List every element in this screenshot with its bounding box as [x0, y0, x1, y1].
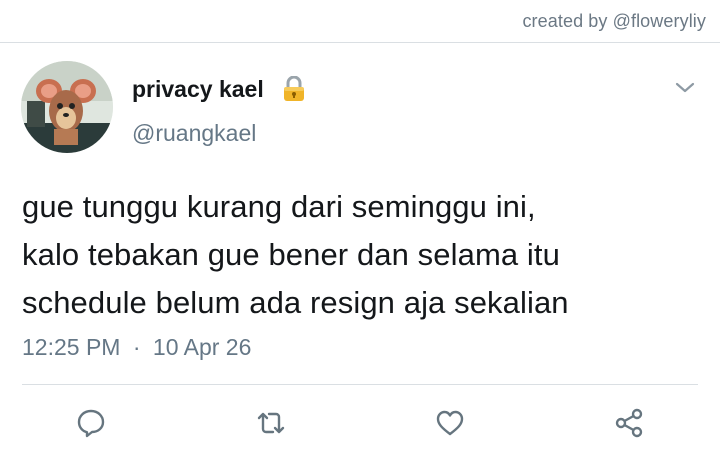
reply-icon [77, 409, 105, 438]
share-icon [615, 408, 643, 438]
tweet-line: schedule belum ada resign aja sekalian [22, 285, 569, 320]
user-handle[interactable]: @ruangkael [132, 120, 256, 147]
share-button[interactable] [609, 403, 649, 443]
heart-icon [436, 410, 464, 436]
tweet-date: 10 Apr 26 [152, 334, 252, 360]
like-button[interactable] [430, 403, 470, 443]
avatar-image [21, 61, 113, 153]
tweet-line: gue tunggu kurang dari seminggu ini, [22, 189, 536, 224]
avatar[interactable] [21, 61, 113, 153]
reply-button[interactable] [71, 403, 111, 443]
retweet-icon [257, 412, 285, 434]
display-name[interactable]: privacy kael [132, 76, 264, 103]
timestamp[interactable]: 12:25 PM · 10 Apr 26 [22, 334, 251, 361]
tweet-text: gue tunggu kurang dari seminggu ini, kal… [22, 183, 712, 327]
tweet-line: kalo tebakan gue bener dan selama itu [22, 237, 560, 272]
retweet-button[interactable] [251, 403, 291, 443]
chevron-down-icon[interactable] [674, 80, 696, 96]
credit-text: created by @floweryliy [522, 11, 706, 31]
time-separator: · [132, 334, 141, 360]
bottom-divider [22, 384, 698, 385]
lock-icon [284, 76, 304, 101]
tweet-time: 12:25 PM [22, 334, 121, 360]
top-divider [0, 42, 720, 43]
